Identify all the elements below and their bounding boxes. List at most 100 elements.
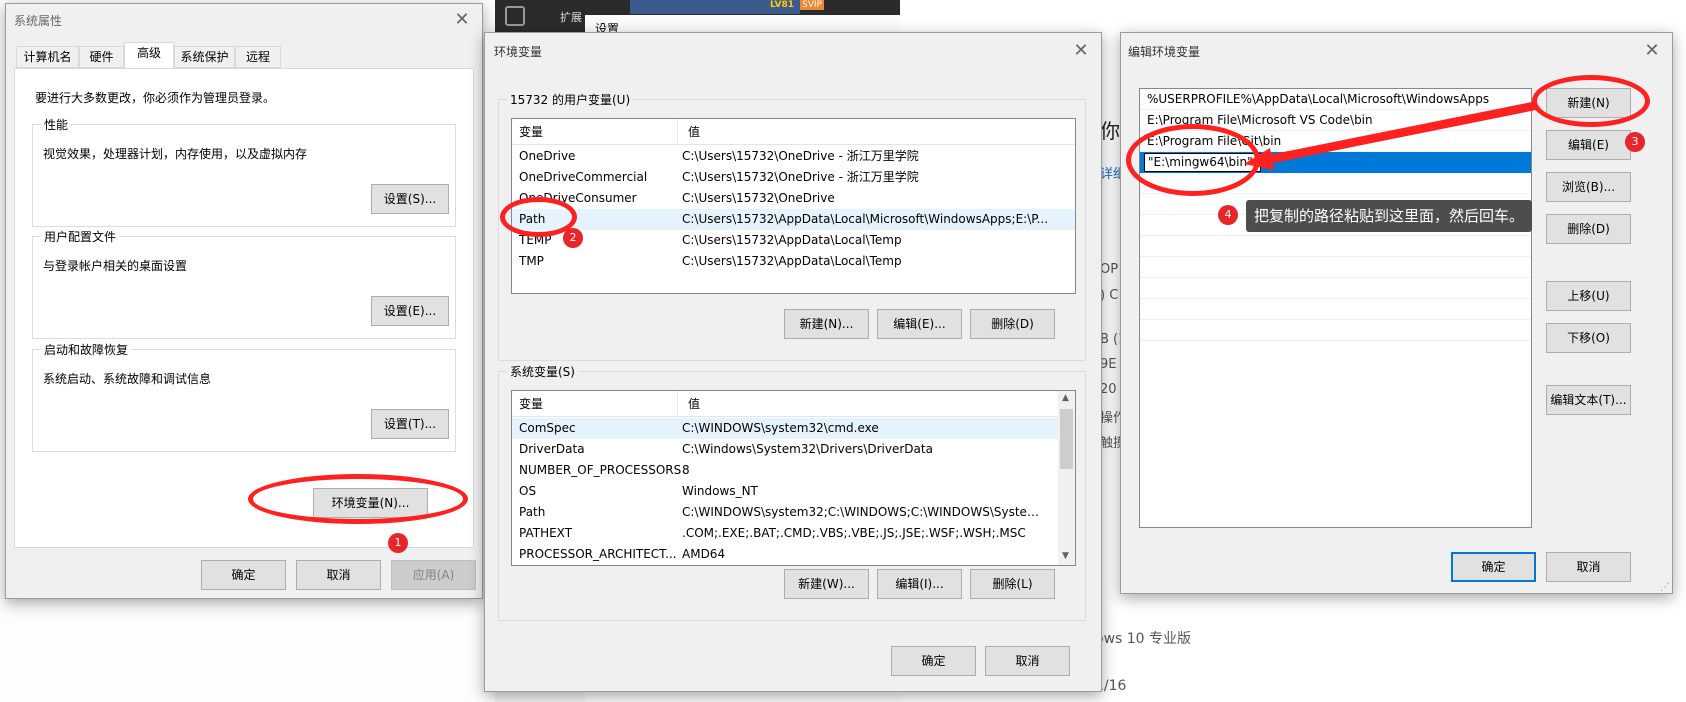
apply-button[interactable]: 应用(A) (391, 560, 476, 590)
table-row[interactable]: OS Windows_NT (512, 481, 1058, 502)
close-icon[interactable]: ✕ (1071, 39, 1091, 63)
admin-note: 要进行大多数更改，你必须作为管理员登录。 (35, 91, 276, 105)
col-value: 值 (688, 397, 701, 411)
row-name: NUMBER_OF_PROCESSORS (519, 463, 682, 477)
ok-button[interactable]: 确定 (201, 560, 286, 590)
user-edit-button[interactable]: 编辑(E)... (877, 309, 962, 339)
table-row-selected[interactable]: Path C:\Users\15732\AppData\Local\Microso… (512, 209, 1075, 230)
table-row[interactable]: TMP C:\Users\15732\AppData\Local\Temp (512, 251, 1075, 272)
row-value: .COM;.EXE;.BAT;.CMD;.VBS;.VBE;.JS;.JSE;.… (682, 526, 1026, 540)
row-value: 8 (682, 463, 690, 477)
list-item-empty (1140, 278, 1531, 299)
scroll-up-icon[interactable]: ▲ (1062, 393, 1069, 403)
group-desc: 与登录帐户相关的桌面设置 (43, 259, 188, 273)
list-item-empty (1140, 257, 1531, 278)
cancel-button[interactable]: 取消 (1546, 552, 1631, 582)
col-variable: 变量 (519, 397, 544, 411)
table-row[interactable]: OneDriveCommercial C:\Users\15732\OneDriv… (512, 167, 1075, 188)
group-label: 性能 (41, 116, 72, 133)
row-name: Path (519, 505, 546, 519)
startup-settings-button[interactable]: 设置(T)... (371, 409, 449, 439)
user-variables-list: 变量 值 OneDrive C:\Users\15732\OneDrive - 浙… (511, 118, 1076, 294)
edit-entry-button[interactable]: 编辑(E) (1546, 130, 1631, 160)
row-name: TMP (519, 254, 544, 268)
row-value: AMD64 (682, 547, 726, 561)
highlight-new-button (1532, 75, 1650, 127)
table-row[interactable]: OneDriveConsumer C:\Users\15732\OneDrive (512, 188, 1075, 209)
group-label: 15732 的用户变量(U) (507, 91, 634, 108)
table-row[interactable]: DriverData C:\Windows\System32\Drivers\Dr… (512, 439, 1058, 460)
step-2-badge: 2 (563, 228, 583, 248)
scroll-down-icon[interactable]: ▼ (1062, 551, 1069, 561)
svip-badge: SVIP (800, 0, 824, 10)
row-value: C:\Users\15732\AppData\Local\Temp (682, 233, 902, 247)
table-row[interactable]: PROCESSOR_ARCHITECT... AMD64 (512, 544, 1058, 565)
annotation-arrow (1244, 102, 1536, 170)
col-variable: 变量 (519, 125, 544, 139)
dialog-title: 编辑环境变量 (1128, 45, 1201, 59)
performance-settings-button[interactable]: 设置(S)... (371, 184, 449, 214)
system-edit-button[interactable]: 编辑(I)... (877, 569, 962, 599)
bg-fragment-6: 20 (1100, 382, 1117, 397)
list-header: 变量 值 (512, 119, 1075, 145)
edit-text-button[interactable]: 编辑文本(T)... (1546, 385, 1631, 415)
table-row[interactable]: NUMBER_OF_PROCESSORS 8 (512, 460, 1058, 481)
table-row[interactable]: PATHEXT .COM;.EXE;.BAT;.CMD;.VBS;.VBE;.JS… (512, 523, 1058, 544)
tab-computer-name[interactable]: 计算机名 (16, 46, 79, 68)
bg-fragment-0: 你 (1100, 119, 1120, 143)
move-up-button[interactable]: 上移(U) (1546, 281, 1631, 311)
col-separator (677, 391, 678, 417)
group-label: 用户配置文件 (41, 228, 120, 245)
user-new-button[interactable]: 新建(N)... (784, 309, 869, 339)
move-down-button[interactable]: 下移(O) (1546, 323, 1631, 353)
tab-system-protection[interactable]: 系统保护 (174, 46, 235, 68)
table-row[interactable]: OneDrive C:\Users\15732\OneDrive - 浙江万里学院 (512, 146, 1075, 167)
background-tab-text: 扩展 (560, 11, 582, 24)
user-delete-button[interactable]: 删除(D) (970, 309, 1055, 339)
scroll-thumb[interactable] (1060, 409, 1073, 469)
row-name: ComSpec (519, 421, 576, 435)
row-name: PATHEXT (519, 526, 573, 540)
system-new-button[interactable]: 新建(W)... (784, 569, 869, 599)
row-value: Windows_NT (682, 484, 758, 498)
environment-variables-dialog: 环境变量 ✕ 15732 的用户变量(U) 变量 值 OneDrive C:\Us… (484, 32, 1102, 692)
bg-fragment-3: ) C (1100, 288, 1119, 303)
row-value: C:\Windows\System32\Drivers\DriverData (682, 442, 933, 456)
group-user-profiles: 用户配置文件 与登录帐户相关的桌面设置 设置(E)... (32, 228, 456, 339)
ok-button[interactable]: 确定 (1451, 552, 1536, 582)
user-variables-group: 15732 的用户变量(U) 变量 值 OneDrive C:\Users\157… (498, 91, 1086, 361)
step-1-badge: 1 (388, 533, 408, 553)
browse-button[interactable]: 浏览(B)... (1546, 172, 1631, 202)
cancel-button[interactable]: 取消 (985, 646, 1070, 676)
ok-button[interactable]: 确定 (891, 646, 976, 676)
close-icon[interactable]: ✕ (1642, 39, 1662, 63)
row-value: C:\WINDOWS\system32\cmd.exe (682, 421, 879, 435)
row-name: OneDriveCommercial (519, 170, 648, 184)
tab-advanced[interactable]: 高级 (124, 42, 174, 69)
cancel-button[interactable]: 取消 (296, 560, 381, 590)
scrollbar[interactable]: ▲ ▼ (1058, 391, 1075, 565)
row-value: C:\Users\15732\OneDrive (682, 191, 835, 205)
list-item-empty (1140, 236, 1531, 257)
background-app-icon (505, 6, 525, 26)
col-value: 值 (688, 125, 701, 139)
delete-entry-button[interactable]: 删除(D) (1546, 214, 1631, 244)
close-icon[interactable]: ✕ (452, 8, 472, 32)
row-value: C:\Users\15732\OneDrive - 浙江万里学院 (682, 149, 919, 163)
user-profiles-settings-button[interactable]: 设置(E)... (371, 296, 449, 326)
dialog-title: 环境变量 (494, 45, 543, 59)
system-delete-button[interactable]: 删除(L) (970, 569, 1055, 599)
group-desc: 视觉效果，处理器计划，内存使用，以及虚拟内存 (43, 147, 308, 161)
tooltip-instruction: 把复制的路径粘贴到这里面，然后回车。 (1246, 200, 1533, 232)
tab-remote[interactable]: 远程 (235, 46, 281, 68)
table-row[interactable]: TEMP C:\Users\15732\AppData\Local\Temp (512, 230, 1075, 251)
group-label: 启动和故障恢复 (41, 341, 132, 358)
table-row-selected[interactable]: ComSpec C:\WINDOWS\system32\cmd.exe (512, 418, 1058, 439)
step-4-badge: 4 (1218, 205, 1238, 225)
system-variables-group: 系统变量(S) 变量 值 ComSpec C:\WINDOWS\system32\… (498, 363, 1086, 621)
bg-fragment-5: 9E (1100, 357, 1117, 372)
table-row[interactable]: Path C:\WINDOWS\system32;C:\WINDOWS;C:\WI… (512, 502, 1058, 523)
resize-grip-icon[interactable]: ⋰ (1660, 582, 1670, 593)
tab-hardware[interactable]: 硬件 (79, 46, 124, 68)
level-badge: LV81 (770, 0, 794, 10)
